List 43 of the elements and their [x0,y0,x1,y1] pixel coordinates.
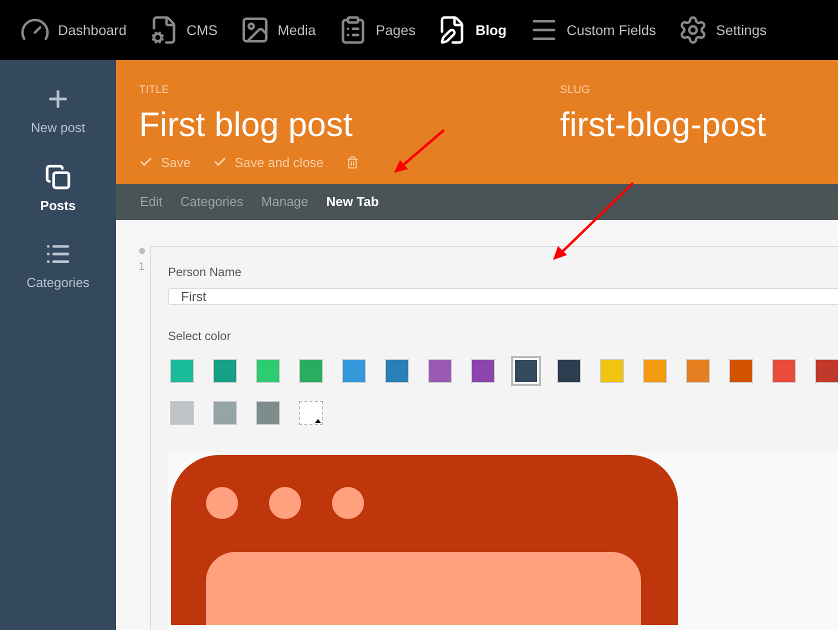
row-number: 1 [138,260,145,275]
sidebar-item[interactable]: Posts [40,164,76,215]
color-swatch[interactable] [385,359,409,383]
color-swatch[interactable] [170,359,194,383]
trash-icon [346,156,359,169]
color-swatch[interactable] [772,359,796,383]
field-label: Select color [168,328,232,345]
nav-link[interactable]: CMS [148,15,218,45]
nav-link[interactable]: Custom Fields [528,15,656,45]
sidebar-item[interactable]: New post [30,86,86,138]
color-swatch[interactable] [729,359,753,383]
color-swatch[interactable] [256,359,280,383]
nav-link[interactable]: Pages [338,15,416,45]
sidebar-item[interactable]: Categories [26,241,90,292]
picture-icon [240,15,270,45]
color-swatch[interactable] [815,359,838,383]
settings-icon [678,15,708,45]
custom-color-picker[interactable] [299,401,323,425]
field-label: Person Name [168,264,242,281]
color-swatch[interactable] [342,359,366,383]
tab[interactable]: New Tab [326,192,379,212]
color-swatch[interactable] [170,401,194,425]
nav-link[interactable]: Settings [678,15,767,45]
nav-link[interactable]: Media [240,15,316,45]
nav-link[interactable]: Blog [437,15,507,45]
color-swatch[interactable] [471,359,495,383]
color-swatch[interactable] [686,359,710,383]
color-swatch[interactable] [428,359,452,383]
color-swatch[interactable] [557,359,581,383]
caret-up-icon [315,419,321,423]
color-swatch[interactable] [256,401,280,425]
documents-icon [45,164,71,190]
title-label: TITLE [139,83,170,98]
slug-label: SLUG [560,83,591,98]
delete-button[interactable] [346,156,359,169]
color-swatch[interactable] [299,359,323,383]
nav-link[interactable]: Dashboard [20,15,126,45]
color-swatch[interactable] [213,359,237,383]
color-swatch[interactable] [600,359,624,383]
arrow-drawing [394,128,446,174]
color-swatch[interactable] [213,401,237,425]
color-swatch[interactable] [643,359,667,383]
person-name-input[interactable]: First [168,288,838,305]
